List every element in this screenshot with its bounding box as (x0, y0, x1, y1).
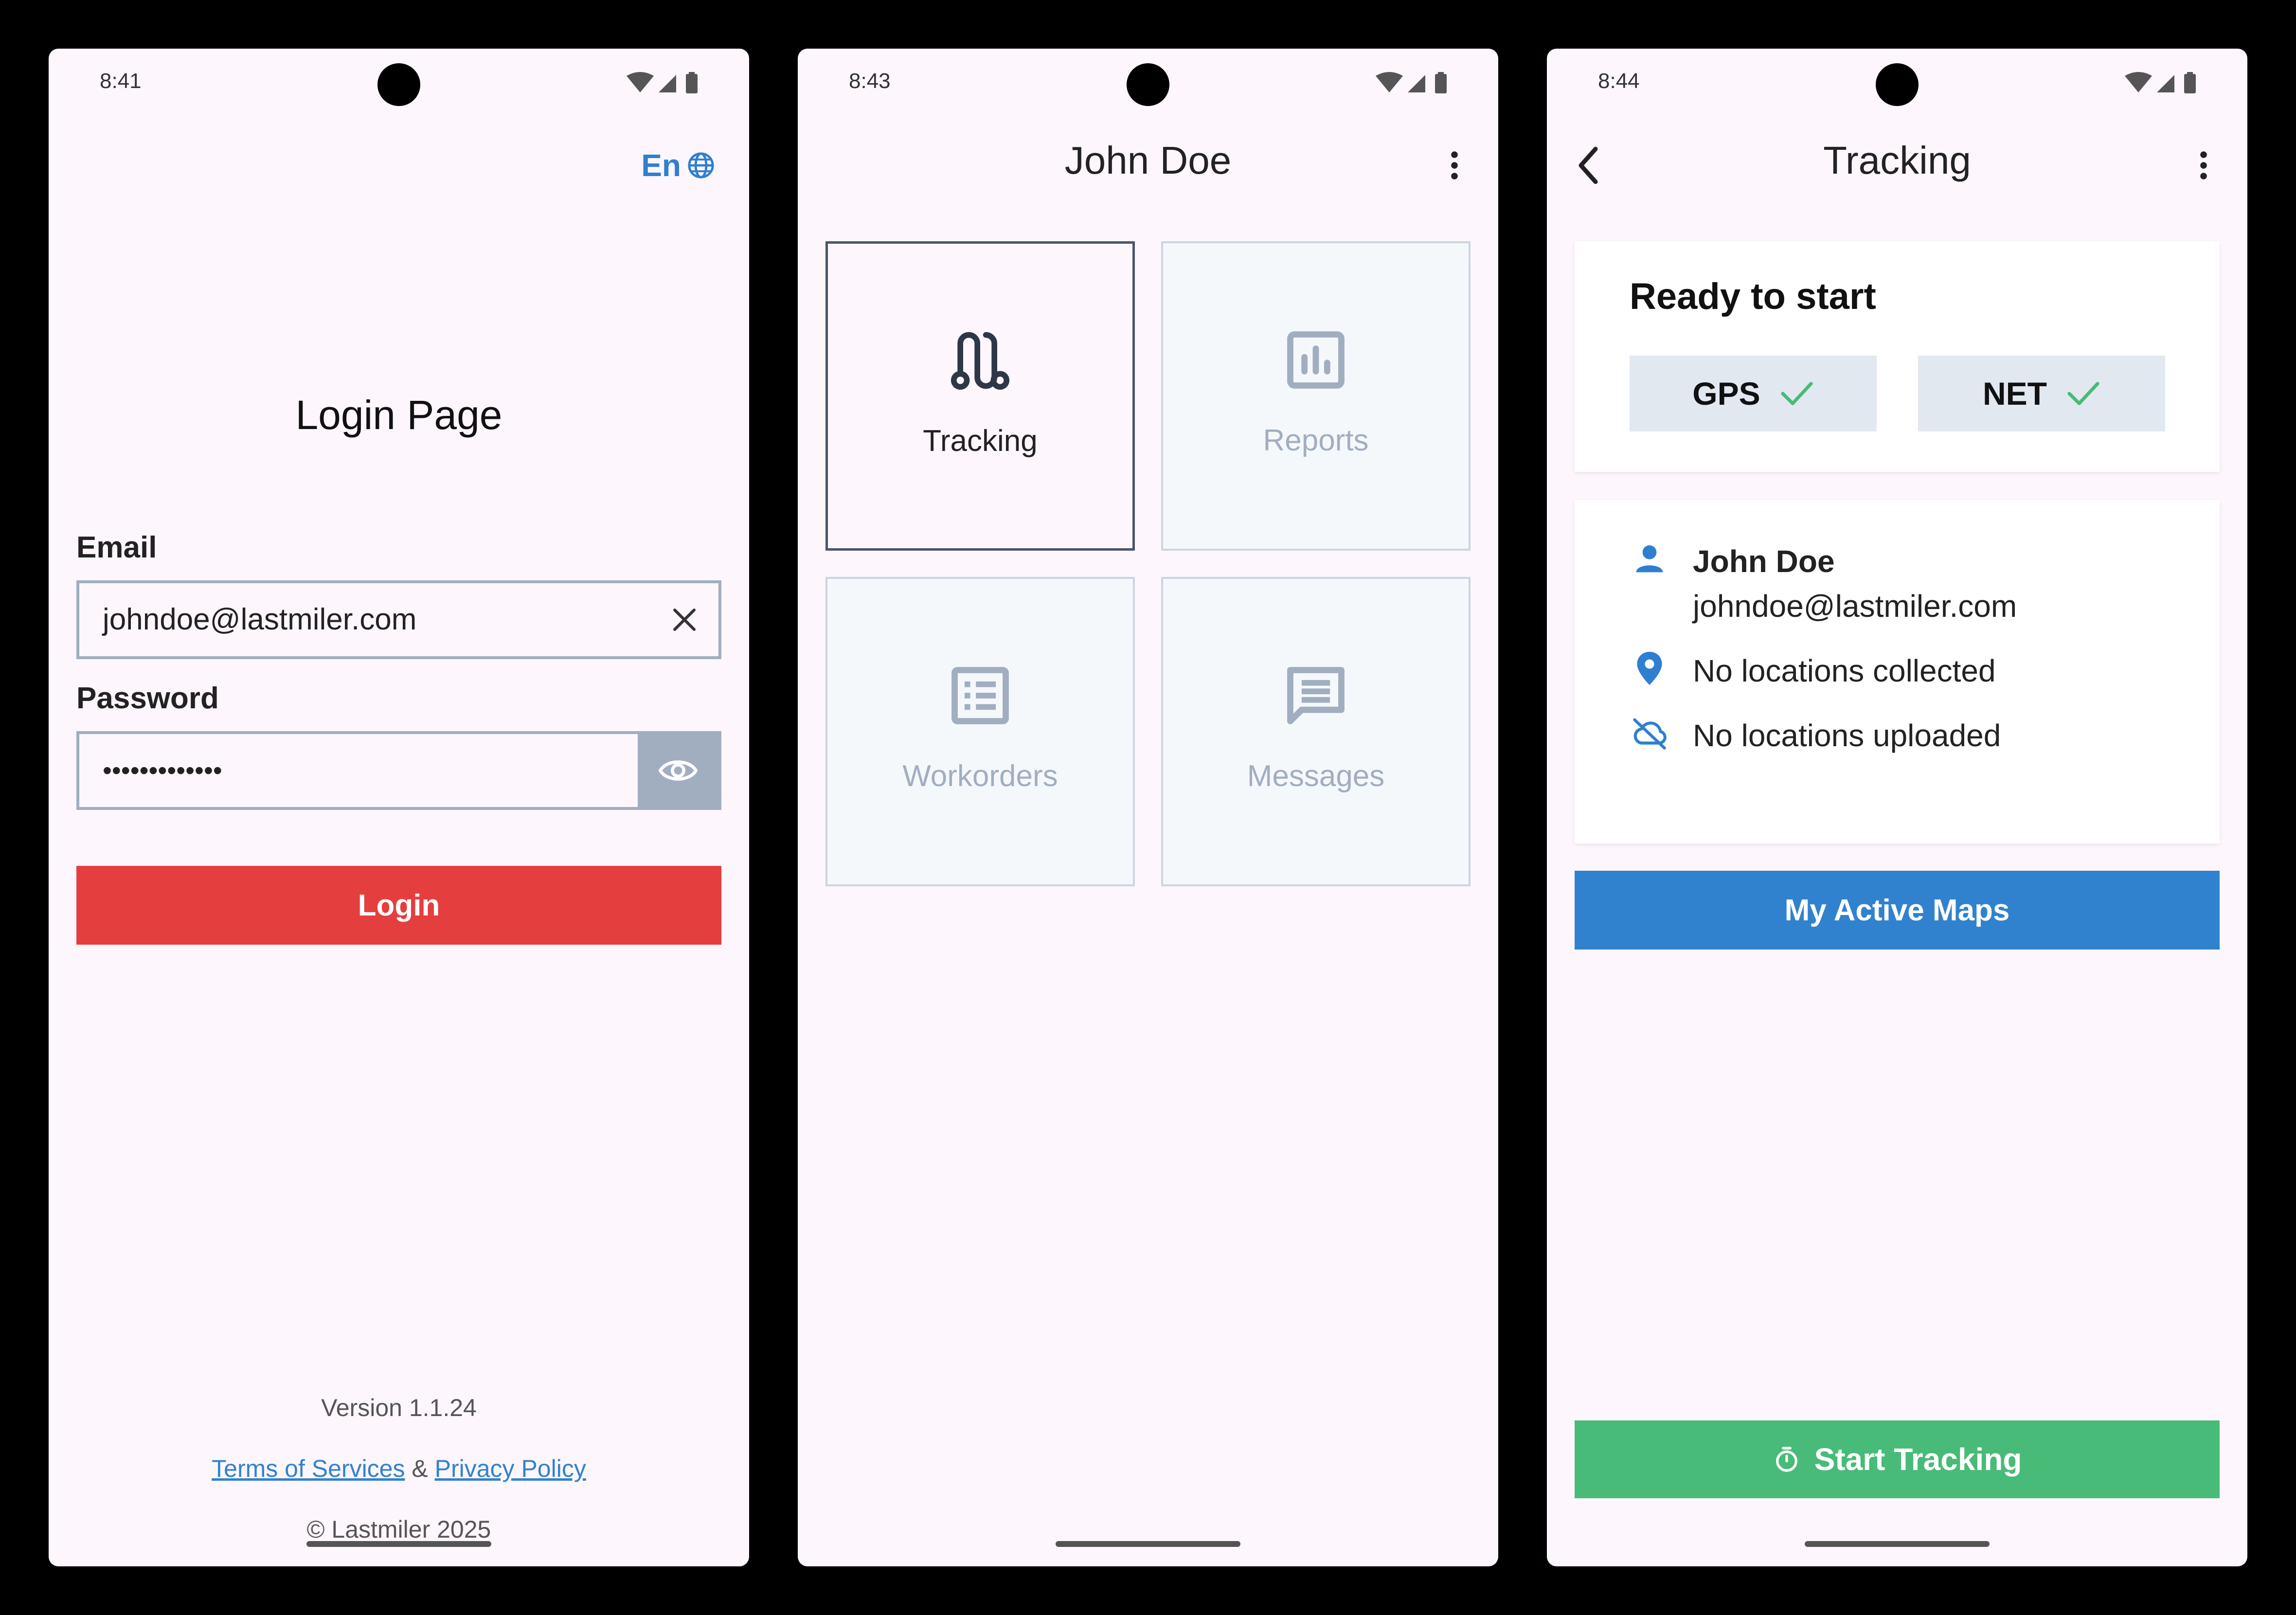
tile-workorders-label: Workorders (902, 759, 1058, 793)
more-options-icon[interactable] (1445, 151, 1464, 180)
login-button[interactable]: Login (76, 866, 721, 945)
user-info: John Doe johndoe@lastmiler.com (1693, 539, 2017, 628)
user-name: John Doe (1693, 544, 1835, 579)
email-field[interactable]: johndoe@lastmiler.com (76, 580, 721, 659)
net-label: NET (1983, 376, 2047, 412)
net-status-chip: NET (1918, 356, 2165, 431)
status-bar: 8:43 (798, 49, 1498, 117)
tile-reports[interactable]: Reports (1161, 241, 1471, 551)
tracking-title: Tracking (1823, 139, 1971, 182)
home-screen: 8:43 John Doe Tracking Reports Workorder… (798, 49, 1498, 1566)
collected-row: No locations collected (1630, 648, 1996, 693)
info-card: John Doe johndoe@lastmiler.com No locati… (1575, 500, 2220, 843)
clear-icon[interactable] (670, 605, 699, 634)
tracking-screen: 8:44 Tracking Ready to start GPS NET Joh… (1547, 49, 2247, 1566)
tile-reports-label: Reports (1263, 424, 1369, 457)
home-indicator[interactable] (1056, 1541, 1240, 1547)
start-tracking-label: Start Tracking (1814, 1442, 2022, 1477)
gps-label: GPS (1692, 376, 1760, 412)
language-label: En (641, 148, 681, 183)
locations-uploaded: No locations uploaded (1693, 718, 2001, 753)
login-screen: 8:41 En Login Page Email johndoe@lastmil… (49, 49, 749, 1566)
more-options-icon[interactable] (2194, 151, 2213, 180)
password-field[interactable]: ••••••••••••• (76, 731, 721, 810)
tile-tracking[interactable]: Tracking (825, 241, 1135, 551)
list-icon (951, 667, 1009, 724)
gps-status-chip: GPS (1630, 356, 1877, 431)
status-time: 8:41 (100, 69, 142, 93)
legal-links: Terms of Services & Privacy Policy (49, 1454, 749, 1483)
bar-chart-icon (1287, 331, 1345, 389)
status-time: 8:43 (849, 69, 891, 93)
ready-title: Ready to start (1630, 276, 1876, 317)
status-icons (1376, 72, 1447, 93)
status-icons (2125, 72, 2196, 93)
check-icon (2067, 382, 2099, 405)
home-indicator[interactable] (306, 1541, 491, 1547)
status-bar: 8:41 (49, 49, 749, 117)
start-tracking-button[interactable]: Start Tracking (1575, 1420, 2220, 1498)
user-email: johndoe@lastmiler.com (1693, 589, 2017, 624)
tile-messages[interactable]: Messages (1161, 577, 1471, 886)
check-icon (1781, 382, 1813, 405)
status-icons (627, 72, 698, 93)
camera-cutout (1127, 63, 1169, 106)
locations-collected: No locations collected (1693, 653, 1996, 688)
page-title: Login Page (295, 392, 502, 438)
user-row: John Doe johndoe@lastmiler.com (1630, 539, 2017, 628)
copyright-text: © Lastmiler 2025 (306, 1516, 491, 1543)
globe-icon (688, 152, 714, 179)
camera-cutout (377, 63, 420, 106)
person-icon (1636, 545, 1663, 573)
email-label: Email (76, 531, 157, 564)
route-icon (951, 332, 1010, 390)
cloud-off-icon (1633, 718, 1667, 750)
eye-icon (659, 760, 698, 781)
tile-workorders[interactable]: Workorders (825, 577, 1135, 886)
tile-tracking-label: Tracking (923, 424, 1038, 458)
password-value: ••••••••••••• (103, 756, 222, 785)
user-name-title: John Doe (1064, 139, 1232, 182)
password-label: Password (76, 682, 219, 715)
camera-cutout (1876, 63, 1919, 106)
ampersand: & (405, 1455, 435, 1482)
stopwatch-icon (1776, 1447, 1797, 1472)
terms-link[interactable]: Terms of Services (212, 1455, 405, 1482)
toggle-password-button[interactable] (638, 734, 718, 807)
location-pin-icon (1637, 651, 1662, 685)
email-value: johndoe@lastmiler.com (103, 603, 417, 636)
version-text: Version 1.1.24 (321, 1394, 477, 1421)
language-selector[interactable]: En (641, 146, 715, 185)
ready-card: Ready to start GPS NET (1575, 241, 2220, 472)
my-active-maps-button[interactable]: My Active Maps (1575, 871, 2220, 950)
status-time: 8:44 (1598, 69, 1640, 93)
status-bar: 8:44 (1547, 49, 2247, 117)
message-icon (1287, 667, 1345, 724)
tile-messages-label: Messages (1247, 759, 1385, 793)
privacy-link[interactable]: Privacy Policy (435, 1455, 586, 1482)
uploaded-row: No locations uploaded (1630, 713, 2001, 758)
home-indicator[interactable] (1805, 1541, 1990, 1547)
